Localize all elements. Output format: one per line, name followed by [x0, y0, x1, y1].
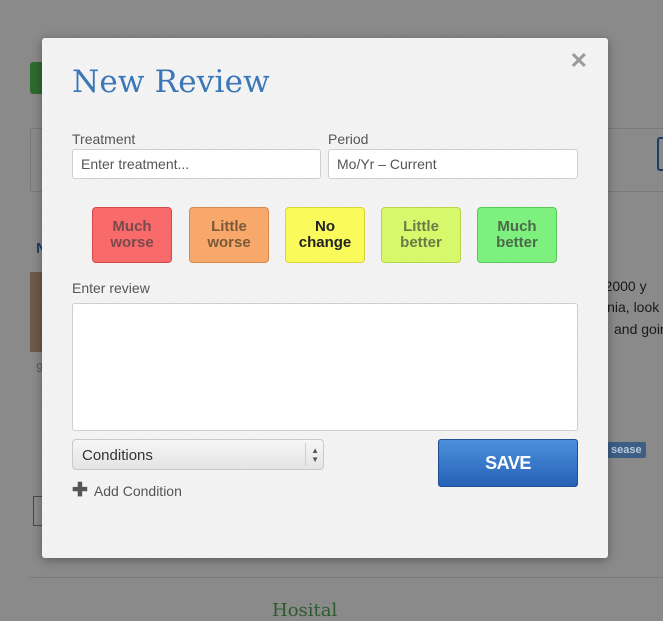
rating-label-line1: Little: [211, 218, 247, 235]
rating-much-worse-button[interactable]: Much worse: [92, 207, 172, 263]
rating-label-line1: Little: [403, 218, 439, 235]
rating-much-better-button[interactable]: Much better: [477, 207, 557, 263]
period-input[interactable]: [328, 149, 578, 179]
treatment-label: Treatment: [72, 131, 136, 147]
add-condition-label: Add Condition: [93, 482, 182, 499]
rating-label-line1: Much: [112, 218, 152, 235]
rating-label-line1: No: [314, 218, 335, 235]
up-down-arrows-icon: ▲ ▼: [311, 446, 319, 464]
background-divider: [30, 577, 663, 578]
background-text-line-2: inia, look: [604, 299, 660, 315]
modal-title: New Review: [72, 64, 270, 100]
rating-label-line2: worse: [110, 234, 154, 251]
rating-little-better-button[interactable]: Little better: [381, 207, 461, 263]
rating-label-line2: better: [496, 234, 538, 251]
background-blue-button: [657, 137, 663, 171]
background-tag: sease: [607, 442, 646, 458]
review-label: Enter review: [72, 280, 150, 296]
rating-label-line2: better: [400, 234, 442, 251]
rating-little-worse-button[interactable]: Little worse: [189, 207, 269, 263]
background-text-line-3: and goin: [614, 321, 663, 337]
add-condition-link[interactable]: ✚ Add Condition: [72, 481, 182, 500]
save-button[interactable]: SAVE: [438, 439, 578, 487]
rating-no-change-button[interactable]: No change: [285, 207, 365, 263]
plus-icon: ✚: [72, 480, 88, 501]
new-review-modal: ✕ New Review Treatment Period Muchworse …: [42, 38, 608, 558]
close-icon[interactable]: ✕: [570, 50, 588, 72]
select-divider: [305, 443, 306, 466]
review-textarea[interactable]: [72, 303, 578, 431]
rating-label-line2: worse: [207, 234, 251, 251]
conditions-select[interactable]: Conditions ▲ ▼: [72, 439, 324, 470]
treatment-input[interactable]: [72, 149, 321, 179]
period-label: Period: [328, 131, 369, 147]
rating-label-line1: Much: [497, 218, 537, 235]
conditions-select-value: Conditions: [82, 447, 153, 464]
rating-label-line2: change: [298, 234, 352, 251]
